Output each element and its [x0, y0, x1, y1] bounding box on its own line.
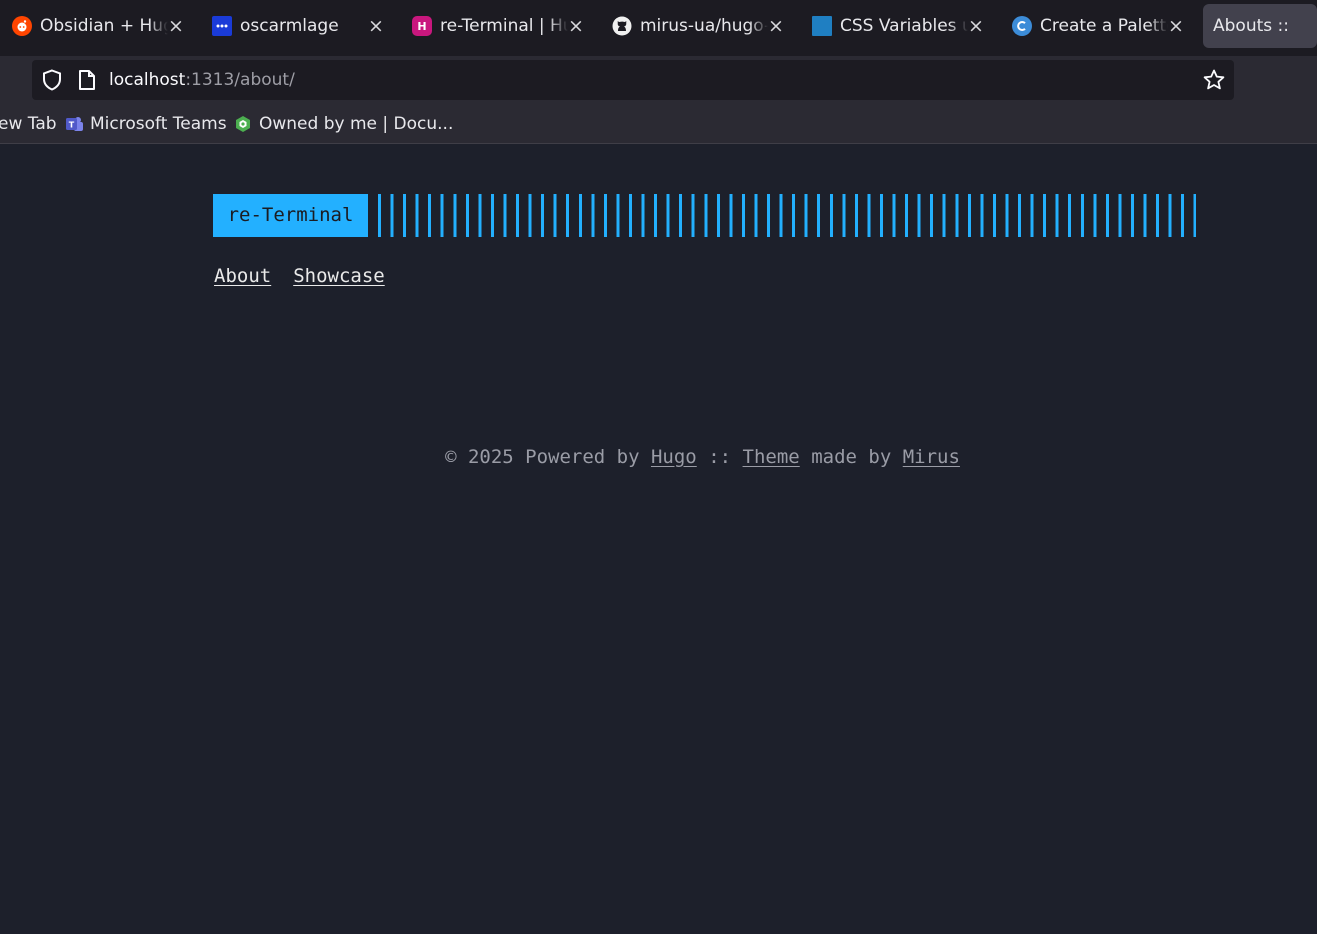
footer-author-link[interactable]: Mirus: [903, 446, 960, 468]
url-text[interactable]: localhost:1313/about/: [109, 69, 295, 91]
tab-title: oscarmlage: [240, 16, 339, 36]
close-tab-icon[interactable]: ×: [1166, 16, 1186, 36]
tab-title: Abouts ::: [1213, 16, 1289, 36]
tab-re-terminal[interactable]: H re-Terminal | Hugo ×: [412, 4, 586, 48]
footer-hugo-link[interactable]: Hugo: [651, 446, 697, 468]
tab-title: Obsidian + Hugo: [40, 16, 168, 36]
tab-abouts-active[interactable]: Abouts ::: [1203, 4, 1317, 48]
tab-obsidian-hugo[interactable]: Obsidian + Hugo ×: [12, 4, 186, 48]
hugo-icon: H: [412, 16, 432, 36]
tab-title: Create a Palette: [1040, 16, 1168, 36]
close-tab-icon[interactable]: ×: [366, 16, 386, 36]
owned-doc-icon: [236, 116, 250, 132]
tab-oscarmlage[interactable]: oscarmlage ×: [212, 4, 386, 48]
url-host: localhost: [109, 70, 186, 90]
close-tab-icon[interactable]: ×: [566, 16, 586, 36]
navigation-toolbar: localhost:1313/about/: [0, 56, 1317, 104]
close-tab-icon[interactable]: ×: [766, 16, 786, 36]
menu-item-showcase[interactable]: Showcase: [293, 265, 385, 287]
site-footer: © 2025 Powered by Hugo :: Theme made by …: [0, 446, 1317, 468]
svg-text:T: T: [69, 121, 75, 130]
tab-css-variables[interactable]: CSS Variables update ×: [812, 4, 986, 48]
footer-separator: ::: [708, 446, 732, 468]
tab-strip: Obsidian + Hugo × oscarmlage × H re-Term…: [0, 0, 1317, 56]
tab-title: re-Terminal | Hugo: [440, 16, 568, 36]
page-info-icon[interactable]: [78, 69, 96, 95]
close-tab-icon[interactable]: ×: [166, 16, 186, 36]
address-bar[interactable]: localhost:1313/about/: [32, 60, 1234, 100]
bookmark-microsoft-teams[interactable]: T Microsoft Teams: [65, 113, 227, 135]
bookmarks-toolbar: ew Tab T Microsoft Teams Owned by me | D…: [0, 104, 1317, 144]
close-tab-icon[interactable]: ×: [966, 16, 986, 36]
menu-item-about[interactable]: About: [214, 265, 271, 287]
site-logo[interactable]: re-Terminal: [213, 194, 368, 237]
tab-title: CSS Variables update: [840, 16, 968, 36]
tab-github-mirus[interactable]: mirus-ua/hugo-theme ×: [612, 4, 786, 48]
site-menu: About Showcase: [214, 265, 407, 287]
logo-stripes-decoration: [378, 194, 1196, 237]
bookmark-label: ew Tab: [0, 114, 57, 134]
footer-theme-link[interactable]: Theme: [743, 446, 800, 468]
tab-create-palette[interactable]: Create a Palette ×: [1012, 4, 1186, 48]
tab-title: mirus-ua/hugo-theme: [640, 16, 768, 36]
bookmark-label: Microsoft Teams: [90, 114, 227, 134]
shield-icon[interactable]: [42, 69, 62, 95]
github-icon: [612, 16, 632, 36]
palette-site-icon: [1012, 16, 1032, 36]
footer-made-by: made by: [811, 446, 892, 468]
oscarmlage-favicon-icon: [212, 16, 232, 36]
url-path: :1313/about/: [185, 70, 295, 90]
bookmark-new-tab[interactable]: ew Tab: [0, 113, 57, 135]
teams-icon: T: [66, 117, 83, 131]
bookmark-label: Owned by me | Docu...: [259, 114, 454, 134]
css-favicon-icon: [812, 16, 832, 36]
bookmark-owned-by-me[interactable]: Owned by me | Docu...: [234, 113, 453, 135]
footer-copyright: © 2025 Powered by: [445, 446, 640, 468]
reddit-icon: [12, 16, 32, 36]
star-bookmark-icon[interactable]: [1202, 68, 1226, 96]
